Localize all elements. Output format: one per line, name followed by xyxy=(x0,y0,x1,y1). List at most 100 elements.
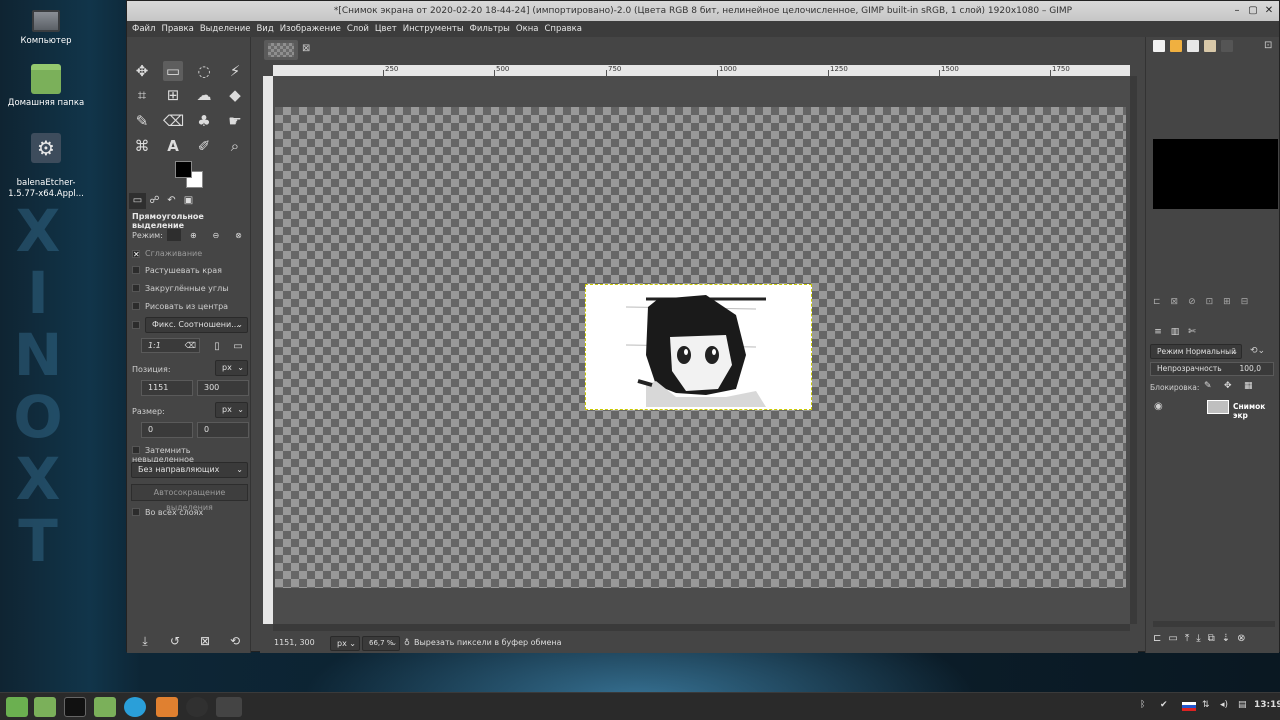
network-icon[interactable]: ⇅ xyxy=(1202,700,1210,714)
mode-add-icon[interactable]: ⊕ xyxy=(190,231,204,243)
canvas[interactable] xyxy=(273,76,1130,624)
fuzzy-select-tool-icon[interactable]: ⚡ xyxy=(225,61,245,81)
clone-tool-icon[interactable]: ♣ xyxy=(194,111,214,131)
lock-position-icon[interactable]: ✥ xyxy=(1224,381,1232,391)
bluetooth-icon[interactable]: ᛒ xyxy=(1140,700,1145,714)
feather-row[interactable]: Растушевать края xyxy=(132,266,222,275)
clock[interactable]: 13:19 xyxy=(1254,700,1280,714)
all-layers-row[interactable]: Во всех слоях xyxy=(132,508,203,517)
antialias-row[interactable]: ✕ Сглаживание xyxy=(132,249,202,259)
menu-colors[interactable]: Цвет xyxy=(374,21,402,37)
portrait-icon[interactable]: ▯ xyxy=(207,337,227,357)
menu-filters[interactable]: Фильтры xyxy=(469,21,515,37)
menu-select[interactable]: Выделение xyxy=(199,21,256,37)
guides-dropdown[interactable]: Без направляющих ⌄ xyxy=(131,462,248,478)
zoom-dropdown[interactable]: 66,7 % ⌄ xyxy=(362,636,400,651)
paths-tab-icon[interactable]: ✄ xyxy=(1185,327,1199,340)
image-tab[interactable] xyxy=(264,40,298,60)
opacity-slider[interactable]: Непрозрачность 100,0 xyxy=(1150,362,1274,376)
all-layers-checkbox[interactable] xyxy=(132,508,140,516)
navigation-preview[interactable] xyxy=(1153,139,1278,209)
layer-mode-dropdown[interactable]: Режим Нормальный ⌄ xyxy=(1150,344,1242,359)
menu-windows[interactable]: Окна xyxy=(515,21,544,37)
start-menu-icon[interactable] xyxy=(6,697,28,717)
shield-icon[interactable]: ✔ xyxy=(1160,700,1168,714)
fonts-tab-icon[interactable] xyxy=(1187,40,1199,52)
lasso-tool-icon[interactable]: ◌ xyxy=(194,61,214,81)
volume-icon[interactable]: ◂) xyxy=(1220,700,1228,714)
channels-tab-icon[interactable]: ▥ xyxy=(1168,327,1182,340)
layers-scrollbar[interactable] xyxy=(1153,621,1275,627)
horizontal-ruler[interactable]: 250 500 750 1000 1250 1500 1750 xyxy=(273,65,1130,76)
keyboard-layout-icon[interactable] xyxy=(1182,702,1196,711)
unit-dropdown[interactable]: px ⌄ xyxy=(330,636,360,651)
clipboard-icon[interactable]: ▤ xyxy=(1238,700,1247,714)
menu-edit[interactable]: Правка xyxy=(160,21,198,37)
desktop-icon-home[interactable]: Домашняя папка xyxy=(0,64,92,109)
eye-icon[interactable]: ◉ xyxy=(1154,401,1163,412)
warp-tool-icon[interactable]: ☁ xyxy=(194,85,214,105)
navigation-tab-icon[interactable] xyxy=(1221,40,1233,52)
patterns-tab-icon[interactable] xyxy=(1170,40,1182,52)
menu-tools[interactable]: Инструменты xyxy=(402,21,469,37)
composite-mode-icon[interactable]: ⟲⌄ xyxy=(1250,346,1265,356)
rect-select-tool-icon[interactable]: ▭ xyxy=(163,61,183,81)
layer-row[interactable]: ◉ Снимок экр xyxy=(1149,397,1279,420)
rounded-row[interactable]: Закруглённые углы xyxy=(132,284,229,293)
layers-tab-icon[interactable]: ≡ xyxy=(1151,327,1165,340)
desktop-icon-balena[interactable]: ⚙ balenaEtcher- 1.5.77-x64.Appl... xyxy=(0,122,92,211)
crop-tool-icon[interactable]: ⌗ xyxy=(132,85,152,105)
app-launcher-icon[interactable] xyxy=(186,697,208,717)
telegram-launcher-icon[interactable] xyxy=(124,697,146,717)
color-picker-tool-icon[interactable]: ✐ xyxy=(194,136,214,156)
size-width-input[interactable]: 0 xyxy=(141,422,193,438)
dock-menu-icon[interactable]: ⊡ xyxy=(1264,40,1272,51)
lock-pixels-icon[interactable]: ✎ xyxy=(1204,381,1212,391)
from-center-row[interactable]: Рисовать из центра xyxy=(132,302,228,311)
move-tool-icon[interactable]: ✥ xyxy=(132,61,152,81)
bucket-fill-tool-icon[interactable]: ◆ xyxy=(225,85,245,105)
paintbrush-tool-icon[interactable]: ✎ xyxy=(132,111,152,131)
rounded-checkbox[interactable] xyxy=(132,284,140,292)
delete-options-icon[interactable]: ⊠ xyxy=(197,633,213,649)
folder-launcher-icon[interactable] xyxy=(94,697,116,717)
ratio-input[interactable]: 1:1 ⌫ xyxy=(141,338,200,353)
foreground-color-swatch[interactable] xyxy=(175,161,192,178)
blender-launcher-icon[interactable] xyxy=(156,697,178,717)
reset-options-icon[interactable]: ⟲ xyxy=(227,633,243,649)
vertical-ruler[interactable] xyxy=(263,76,273,624)
maximize-icon[interactable]: ▢ xyxy=(1247,5,1259,17)
brushes-tab-icon[interactable] xyxy=(1153,40,1165,52)
antialias-checkbox[interactable]: ✕ xyxy=(132,250,140,259)
menu-help[interactable]: Справка xyxy=(543,21,586,37)
fixed-row[interactable] xyxy=(132,321,145,330)
mode-subtract-icon[interactable]: ⊖ xyxy=(213,231,227,243)
menu-image[interactable]: Изображение xyxy=(279,21,346,37)
vertical-scrollbar[interactable] xyxy=(1130,76,1137,624)
mode-replace-icon[interactable] xyxy=(167,229,182,241)
horizontal-scrollbar[interactable] xyxy=(273,624,1130,631)
images-tab-icon[interactable]: ▣ xyxy=(180,193,197,209)
clear-icon[interactable]: ⌫ xyxy=(185,339,196,352)
highlight-checkbox[interactable] xyxy=(132,446,140,454)
menu-view[interactable]: Вид xyxy=(255,21,278,37)
autoshrink-button[interactable]: Автосокращение выделения xyxy=(131,484,248,512)
position-unit-dropdown[interactable]: px ⌄ xyxy=(215,360,248,376)
fixed-checkbox[interactable] xyxy=(132,321,140,329)
transform-tool-icon[interactable]: ⊞ xyxy=(163,85,183,105)
document-history-tab-icon[interactable] xyxy=(1204,40,1216,52)
device-status-tab-icon[interactable]: ☍ xyxy=(146,193,163,209)
zoom-tool-icon[interactable]: ⌕ xyxy=(225,136,245,156)
close-icon[interactable]: ✕ xyxy=(1263,5,1275,17)
terminal-launcher-icon[interactable] xyxy=(64,697,86,717)
save-options-icon[interactable]: ⤓ xyxy=(137,633,153,649)
size-unit-dropdown[interactable]: px ⌄ xyxy=(215,402,248,418)
smudge-tool-icon[interactable]: ☛ xyxy=(225,111,245,131)
files-launcher-icon[interactable] xyxy=(34,697,56,717)
mode-intersect-icon[interactable]: ⊗ xyxy=(235,231,249,243)
undo-history-tab-icon[interactable]: ↶ xyxy=(163,193,180,209)
desktop-icon-computer[interactable]: Компьютер xyxy=(0,6,92,47)
window-titlebar[interactable]: *[Снимок экрана от 2020-02-20 18-44-24] … xyxy=(127,1,1279,21)
text-tool-icon[interactable]: A xyxy=(163,136,183,156)
position-y-input[interactable]: 300 xyxy=(197,380,249,396)
